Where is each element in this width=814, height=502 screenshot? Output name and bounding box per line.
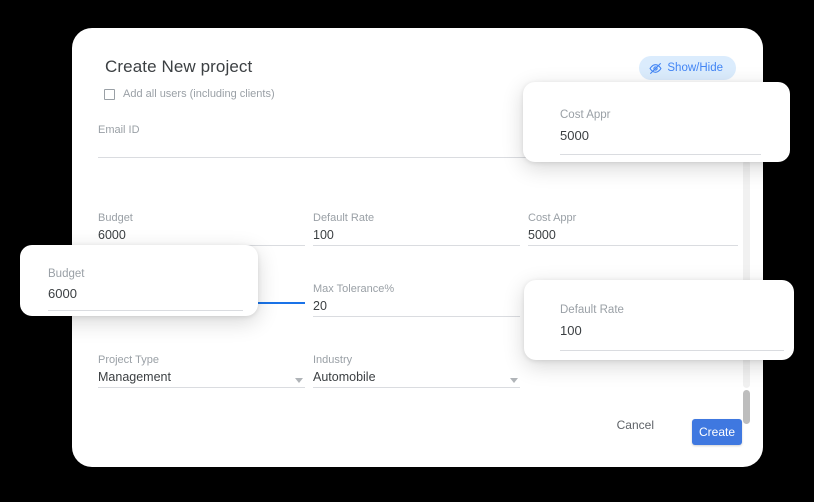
floating-card-underline (48, 310, 243, 311)
screen-background: Create New project Show/Hide Add all use… (0, 0, 814, 502)
create-button[interactable]: Create (692, 419, 742, 445)
floating-card-default-rate: Default Rate 100 (524, 280, 794, 360)
chevron-down-icon[interactable] (295, 378, 303, 383)
floating-card-underline (560, 350, 784, 351)
floating-card-value: 100 (560, 323, 582, 338)
field-label: Project Type (98, 354, 159, 366)
field-label: Budget (98, 212, 133, 224)
field-value: 5000 (528, 228, 556, 242)
floating-card-label: Cost Appr (560, 109, 611, 121)
field-value: 6000 (98, 228, 126, 242)
field-underline (528, 245, 738, 246)
field-label: Industry (313, 354, 353, 366)
cancel-button[interactable]: Cancel (609, 412, 662, 438)
field-industry[interactable]: Industry Automobile (313, 353, 520, 388)
checkbox-label: Add all users (including clients) (123, 88, 275, 100)
field-value: Automobile (313, 370, 376, 384)
page-title: Create New project (105, 57, 253, 76)
show-hide-label: Show/Hide (667, 62, 723, 74)
field-label: Max Tolerance% (313, 283, 395, 295)
checkbox-box[interactable] (104, 88, 115, 100)
field-value: 20 (313, 299, 327, 313)
field-default-rate[interactable]: Default Rate 100 (313, 211, 520, 246)
scrollbar-thumb[interactable] (743, 390, 750, 424)
field-label: Default Rate (313, 212, 375, 224)
floating-card-cost-appr: Cost Appr 5000 (523, 82, 790, 162)
floating-card-label: Default Rate (560, 304, 624, 316)
floating-card-value: 5000 (560, 128, 589, 143)
field-value: 100 (313, 228, 334, 242)
field-value: Management (98, 370, 171, 384)
show-hide-button[interactable]: Show/Hide (639, 56, 736, 80)
field-underline (313, 245, 520, 246)
floating-card-underline (560, 154, 761, 155)
floating-card-label: Budget (48, 268, 85, 280)
field-underline (98, 387, 305, 388)
floating-card-value: 6000 (48, 286, 77, 301)
floating-card-budget: Budget 6000 (20, 245, 258, 316)
chevron-down-icon[interactable] (510, 378, 518, 383)
add-all-users-checkbox[interactable]: Add all users (including clients) (104, 88, 275, 100)
field-underline (313, 316, 520, 317)
field-underline (313, 387, 520, 388)
eye-slash-icon (649, 62, 662, 75)
field-project-type[interactable]: Project Type Management (98, 353, 305, 388)
field-budget[interactable]: Budget 6000 (98, 211, 305, 246)
field-label: Cost Appr (528, 212, 577, 224)
field-max-tolerance[interactable]: Max Tolerance% 20 (313, 282, 520, 317)
field-cost-appr[interactable]: Cost Appr 5000 (528, 211, 738, 246)
